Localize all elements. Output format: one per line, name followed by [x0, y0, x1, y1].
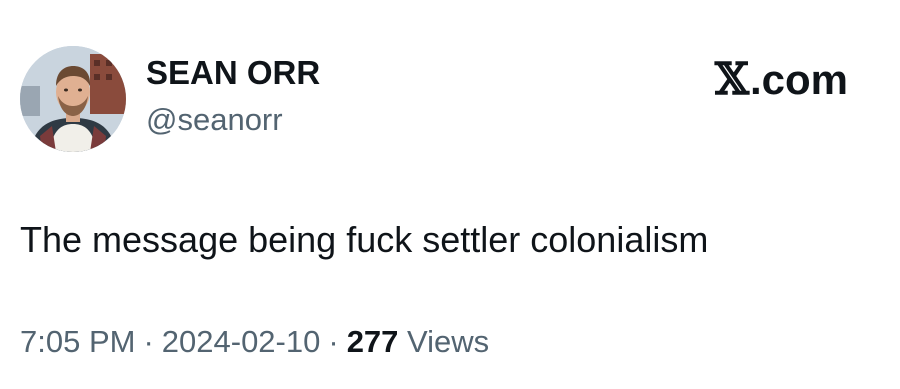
tweet-card: SEAN ORR @seanorr 𝕏 .com The message bei… [0, 0, 900, 389]
display-name[interactable]: SEAN ORR [146, 56, 320, 89]
brand-domain: .com [749, 56, 848, 103]
profile-photo-icon [20, 46, 126, 152]
views-label: Views [407, 324, 490, 359]
meta-separator: · [328, 324, 339, 359]
tweet-meta: 7:05 PM · 2024-02-10 · 277 Views [20, 326, 489, 357]
x-com-logo[interactable]: 𝕏 .com [715, 58, 848, 102]
user-handle[interactable]: @seanorr [146, 104, 283, 135]
x-logo-icon: 𝕏 [714, 54, 749, 105]
tweet-text: The message being fuck settler coloniali… [20, 219, 709, 260]
tweet-date[interactable]: 2024-02-10 [162, 324, 321, 359]
views-count[interactable]: 277 [347, 324, 399, 359]
meta-separator: · [143, 324, 154, 359]
tweet-time[interactable]: 7:05 PM [20, 324, 135, 359]
avatar[interactable] [20, 46, 126, 152]
